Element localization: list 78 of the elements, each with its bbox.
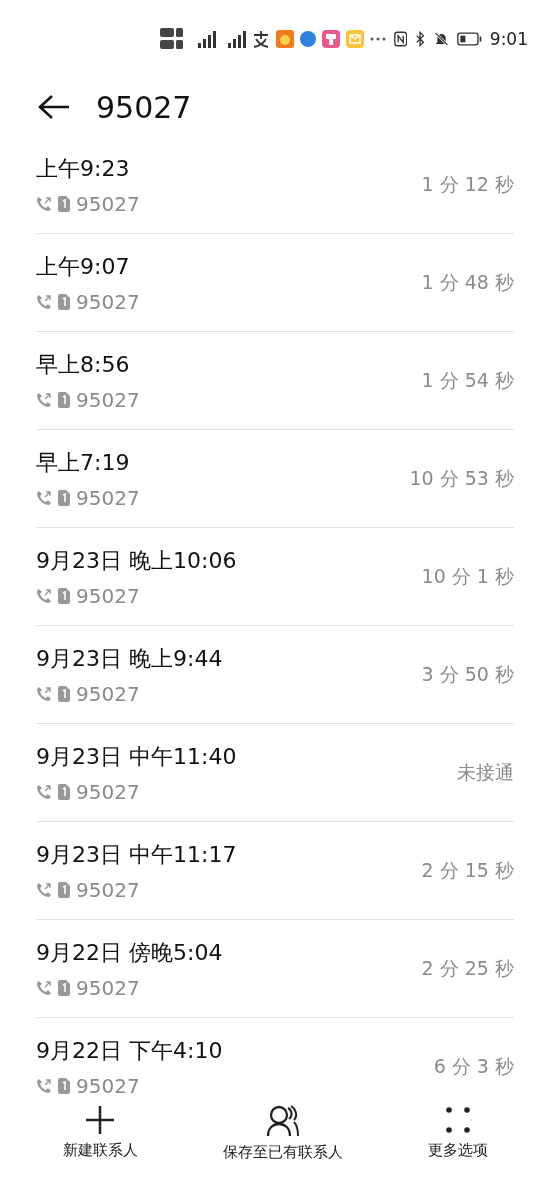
call-time: 9月22日 下午4:10 [36,1036,223,1065]
battery-icon [456,31,482,47]
call-log-item[interactable]: 上午9:23 95027 1 分 12 秒 [36,136,514,234]
call-time: 上午9:23 [36,154,131,183]
more-icon [443,1105,472,1135]
sim-card-icon [58,391,70,408]
call-log-item[interactable]: 9月22日 傍晚5:04 95027 2 分 25 秒 [36,920,514,1018]
call-log-item[interactable]: 上午9:07 95027 1 分 48 秒 [36,234,514,332]
action-button[interactable]: 更多选项 [423,1105,492,1191]
outgoing-call-icon [36,881,52,898]
phone-number: 95027 [76,1073,140,1098]
call-duration: 1 分 54 秒 [421,367,514,393]
call-time: 上午9:07 [36,252,131,281]
back-button[interactable] [38,94,70,120]
call-duration: 3 分 50 秒 [421,661,514,687]
outgoing-call-icon [36,783,52,800]
call-time: 9月23日 晚上10:06 [36,546,237,575]
person-icon [265,1105,300,1137]
bluetooth-icon [415,30,426,48]
call-time: 9月23日 晚上9:44 [36,644,223,673]
call-time: 9月22日 傍晚5:04 [36,938,223,967]
app-icon [300,31,316,47]
call-log-item[interactable]: 早上8:56 95027 1 分 54 秒 [36,332,514,430]
call-duration: 2 分 15 秒 [421,857,514,883]
call-log-item[interactable]: 早上7:19 95027 10 分 53 秒 [36,430,514,528]
action-button[interactable]: 保存至已有联系人 [218,1105,347,1191]
call-time: 早上7:19 [36,448,131,477]
sim-card-icon [58,783,70,800]
call-log-item[interactable]: 9月23日 晚上9:44 95027 3 分 50 秒 [36,626,514,724]
nfc-icon [394,30,408,48]
outgoing-call-icon [36,685,52,702]
add-icon [85,1105,115,1135]
mail-icon [346,30,364,48]
sim-card-icon [58,489,70,506]
outgoing-call-icon [36,1077,52,1094]
muted-bell-icon [433,30,449,48]
outgoing-call-icon [36,587,52,604]
phone-number: 95027 [76,877,140,902]
app-icon [276,30,294,48]
sim-card-icon [58,685,70,702]
phone-number: 95027 [76,485,140,510]
sim-card-icon [58,979,70,996]
call-duration: 未接通 [457,759,514,785]
call-time: 9月23日 中午11:40 [36,742,237,771]
call-log-item[interactable]: 9月23日 中午11:40 95027 未接通 [36,724,514,822]
more-notifications-icon [370,37,386,41]
sim-card-icon [58,587,70,604]
call-time: 9月23日 中午11:17 [36,840,237,869]
sim-card-icon [58,1077,70,1094]
outgoing-call-icon [36,391,52,408]
call-log-item[interactable]: 9月23日 晚上10:06 95027 10 分 1 秒 [36,528,514,626]
outgoing-call-icon [36,195,52,212]
action-button[interactable]: 新建联系人 [58,1105,142,1191]
call-duration: 1 分 48 秒 [421,269,514,295]
call-duration: 10 分 1 秒 [421,563,514,589]
call-time: 早上8:56 [36,350,131,379]
sim-card-icon [58,293,70,310]
phone-number: 95027 [76,387,140,412]
outgoing-call-icon [36,293,52,310]
page-title: 95027 [96,89,192,125]
phone-number: 95027 [76,191,140,216]
phone-number: 95027 [76,975,140,1000]
call-duration: 6 分 3 秒 [433,1053,514,1079]
sim-card-icon [58,881,70,898]
phone-number: 95027 [76,289,140,314]
call-log-item[interactable]: 9月23日 中午11:17 95027 2 分 15 秒 [36,822,514,920]
phone-number: 95027 [76,583,140,608]
phone-number: 95027 [76,779,140,804]
outgoing-call-icon [36,979,52,996]
call-duration: 2 分 25 秒 [421,955,514,981]
outgoing-call-icon [36,489,52,506]
phone-number: 95027 [76,681,140,706]
app-icon [252,30,270,48]
sim-card-icon [58,195,70,212]
clock-time: 9:01 [489,29,528,49]
call-duration: 10 分 53 秒 [409,465,514,491]
call-duration: 1 分 12 秒 [421,171,514,197]
app-icon [322,30,340,48]
